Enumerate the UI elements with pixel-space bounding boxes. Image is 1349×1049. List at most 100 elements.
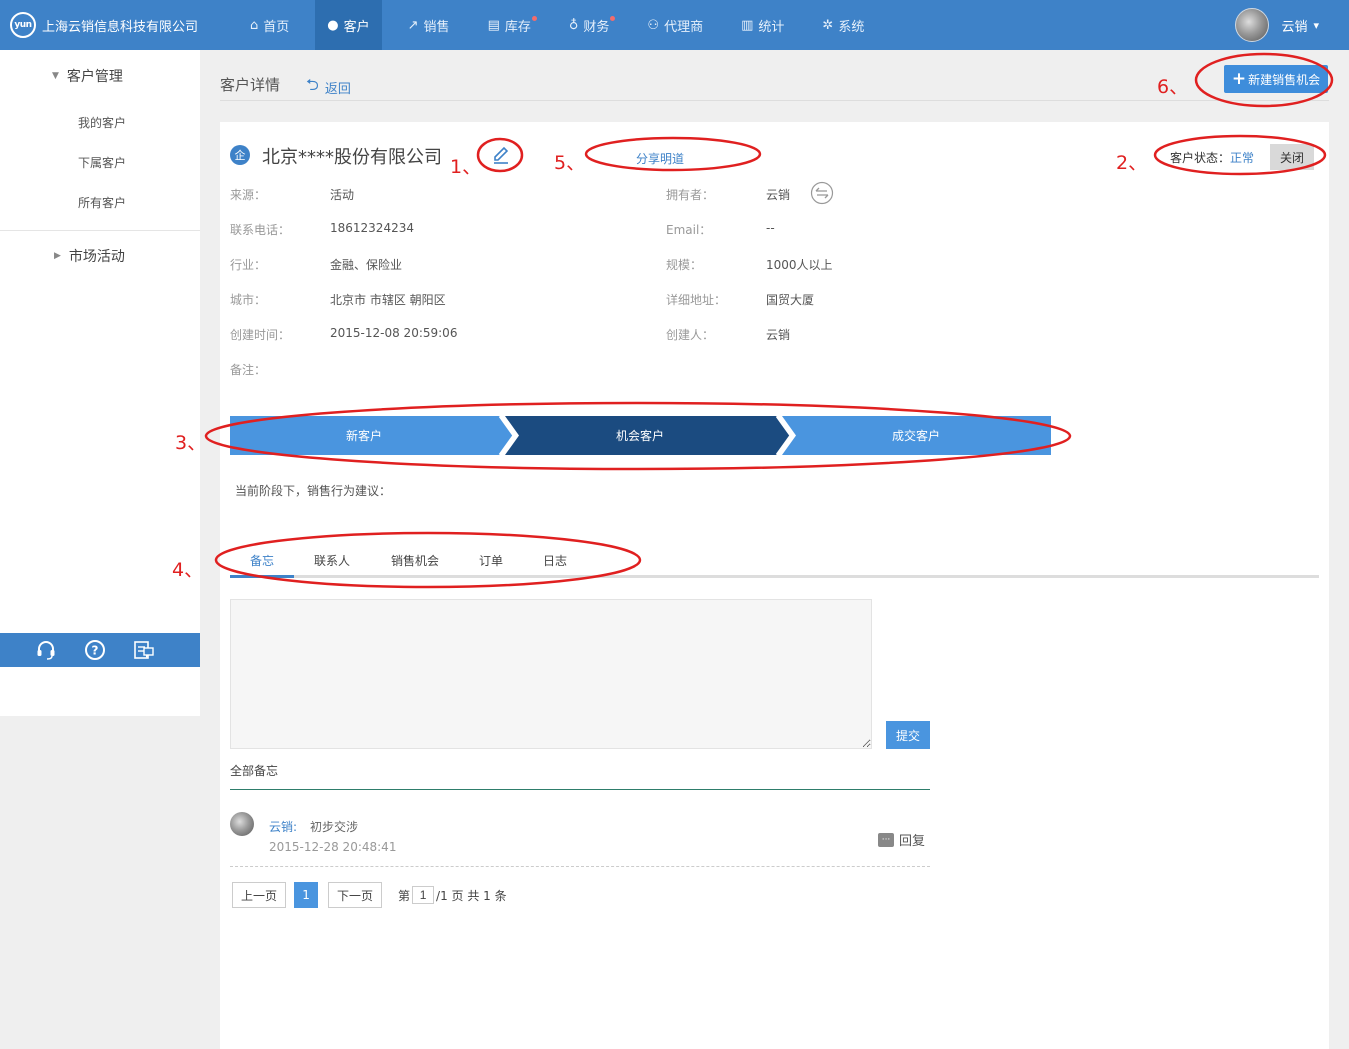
- sidebar-group-marketing[interactable]: ▶ 市场活动: [0, 231, 200, 281]
- annotation-number: 1、: [450, 156, 482, 178]
- sidebar-item-my-customers[interactable]: 我的客户: [0, 102, 200, 142]
- submit-memo-button[interactable]: 提交: [886, 721, 930, 749]
- nav-item-statistics[interactable]: ▥ 统计: [729, 0, 796, 50]
- share-mingdao-link[interactable]: 分享明道: [636, 150, 684, 167]
- transfer-owner-icon[interactable]: [810, 181, 834, 205]
- nav-label: 客户: [343, 19, 370, 35]
- nav-item-inventory[interactable]: ▤ 库存: [476, 0, 543, 50]
- feedback-icon[interactable]: [132, 638, 156, 662]
- home-icon: ⌂: [250, 17, 259, 33]
- info-value: 国贸大厦: [766, 293, 815, 307]
- divider: [230, 789, 930, 790]
- help-icon[interactable]: ?: [83, 638, 107, 662]
- back-label: 返回: [324, 82, 351, 97]
- nav-item-home[interactable]: ⌂ 首页: [238, 0, 301, 50]
- user-name: 云销: [1281, 19, 1308, 35]
- new-sales-opportunity-button[interactable]: + 新建销售机会: [1224, 65, 1328, 93]
- current-page-button[interactable]: 1: [294, 882, 319, 908]
- sidebar: ▼ 客户管理 我的客户 下属客户 所有客户 ▶ 市场活动 ?: [0, 50, 200, 716]
- caret-down-icon: ▼: [52, 71, 59, 81]
- user-menu[interactable]: 云销 ▾: [1235, 8, 1319, 42]
- customer-name: 北京****股份有限公司: [262, 147, 442, 168]
- svg-text:?: ?: [92, 644, 99, 658]
- customer-detail-panel: 企 北京****股份有限公司 分享明道 客户状态： 正常 关闭 来源： 活动 拥…: [220, 122, 1329, 1049]
- next-page-button[interactable]: 下一页: [328, 882, 383, 908]
- top-navigation-bar: yun 上海云销信息科技有限公司 ⌂ 首页 ● 客户 ↗ 销售 ▤ 库存 ♁ 财…: [0, 0, 1349, 50]
- nav-label: 代理商: [664, 19, 704, 35]
- page-suffix: /1 页 共 1 条: [436, 888, 507, 903]
- tab-orders[interactable]: 订单: [460, 546, 522, 575]
- info-value: 1000人以上: [766, 258, 833, 272]
- bar-chart-icon: ▥: [741, 17, 754, 33]
- info-label: 城市：: [230, 293, 267, 307]
- info-label: 行业：: [230, 258, 267, 272]
- stage-advice: 当前阶段下，销售行为建议：: [235, 484, 392, 498]
- customer-status: 客户状态： 正常 关闭: [1170, 144, 1315, 170]
- sidebar-group-customer-management[interactable]: ▼ 客户管理: [0, 50, 200, 102]
- nav-label: 系统: [838, 19, 865, 35]
- nav-label: 统计: [758, 19, 785, 35]
- info-value: 云销: [766, 328, 791, 342]
- nav-item-customer[interactable]: ● 客户: [315, 0, 382, 50]
- comment-icon: ···: [878, 832, 894, 847]
- memo-entry: 云销: 初步交涉 2015-12-28 20:48:41 ··· 回复: [230, 810, 930, 870]
- divider: [230, 866, 930, 867]
- edit-pencil-icon[interactable]: [490, 144, 512, 166]
- tab-sales-opportunities[interactable]: 销售机会: [370, 546, 460, 575]
- info-value: 2015-12-08 20:59:06: [330, 326, 458, 340]
- reply-label: 回复: [899, 834, 926, 849]
- sidebar-item-all-customers[interactable]: 所有客户: [0, 182, 200, 222]
- tab-logs[interactable]: 日志: [522, 546, 588, 575]
- close-customer-button[interactable]: 关闭: [1270, 144, 1315, 170]
- info-row: 城市： 北京市 市辖区 朝阳区 详细地址： 国贸大厦: [230, 291, 930, 311]
- plus-icon: +: [1231, 69, 1247, 89]
- tab-memo[interactable]: 备忘: [230, 546, 294, 578]
- info-label: 详细地址：: [666, 293, 727, 307]
- page-number-input[interactable]: [412, 886, 435, 904]
- user-icon: ●: [327, 17, 339, 33]
- nav-item-finance[interactable]: ♁ 财务: [557, 0, 622, 50]
- prev-page-button[interactable]: 上一页: [232, 882, 287, 908]
- page-title: 客户详情: [220, 76, 281, 94]
- info-label: 备注：: [230, 363, 267, 377]
- info-value: 云销: [766, 188, 791, 202]
- stage-label: 机会客户: [616, 428, 664, 443]
- status-label: 客户状态：: [1170, 150, 1231, 165]
- memo-input[interactable]: [230, 599, 872, 749]
- nav-item-system[interactable]: ✲ 系统: [810, 0, 876, 50]
- nav-item-agents[interactable]: ⚇ 代理商: [635, 0, 715, 50]
- detail-tabs: 备忘 联系人 销售机会 订单 日志: [230, 546, 1319, 578]
- nav-label: 财务: [583, 19, 610, 35]
- memo-time: 2015-12-28 20:48:41: [269, 840, 397, 854]
- info-row: 创建时间： 2015-12-08 20:59:06 创建人： 云销: [230, 326, 930, 346]
- divider: [220, 100, 1329, 101]
- annotation-number: 5、: [554, 152, 586, 174]
- info-value: --: [766, 221, 775, 235]
- notification-dot: [531, 16, 537, 21]
- info-value: 18612324234: [330, 221, 414, 235]
- nav-item-sales[interactable]: ↗ 销售: [396, 0, 462, 50]
- nav-label: 库存: [504, 19, 531, 35]
- notification-dot: [610, 16, 616, 21]
- info-label: 创建人：: [666, 328, 715, 342]
- info-label: Email：: [666, 223, 712, 237]
- status-value: 正常: [1230, 150, 1255, 165]
- headset-icon[interactable]: [34, 638, 58, 662]
- brand[interactable]: yun 上海云销信息科技有限公司: [10, 12, 198, 38]
- memo-author[interactable]: 云销:: [269, 818, 297, 835]
- info-row: 备注：: [230, 361, 930, 381]
- nav-label: 首页: [263, 19, 290, 35]
- sidebar-group-label: 市场活动: [68, 249, 125, 265]
- money-bag-icon: ♁: [568, 17, 579, 33]
- stage-label: 新客户: [346, 428, 382, 443]
- page-jump: 第 /1 页 共 1 条: [398, 886, 507, 904]
- avatar[interactable]: [1235, 8, 1270, 42]
- info-value: 北京市 市辖区 朝阳区: [330, 293, 446, 307]
- reply-button[interactable]: ··· 回复: [878, 830, 925, 849]
- company-name: 上海云销信息科技有限公司: [42, 19, 199, 35]
- info-label: 规模：: [666, 258, 703, 272]
- sidebar-toolbar: ?: [0, 633, 200, 667]
- back-link[interactable]: ⮌ 返回: [306, 74, 351, 101]
- sidebar-item-subordinate-customers[interactable]: 下属客户: [0, 142, 200, 182]
- tab-contacts[interactable]: 联系人: [294, 546, 370, 575]
